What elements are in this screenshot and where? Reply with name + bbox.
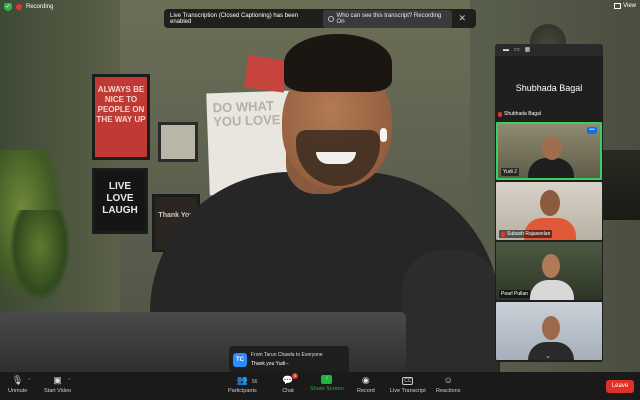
- record-label: Record: [357, 388, 375, 394]
- participants-count: 56: [251, 379, 258, 385]
- participant-face: [542, 254, 560, 278]
- participant-name: Subash Rajaseelan: [507, 231, 551, 237]
- grid-view-icon: [614, 3, 622, 9]
- chat-label: Chat: [282, 388, 294, 394]
- earbud: [380, 128, 387, 142]
- unmute-label: Unmute: [8, 388, 28, 394]
- start-video-label: Start Video: [44, 388, 72, 394]
- participant-name: Shubhada Bagal: [515, 83, 583, 93]
- unmute-button[interactable]: 🎙 ⌃ Unmute: [8, 375, 32, 394]
- speaker-arm: [402, 250, 498, 372]
- wall-poster-red: [243, 55, 289, 93]
- wall-frame-red: ALWAYS BE NICE TO PEOPLE ON THE WAY UP: [92, 74, 150, 160]
- speaker-hair: [284, 34, 392, 92]
- reactions-label: Reactions: [436, 388, 461, 394]
- record-button[interactable]: ◉ Record: [357, 375, 375, 394]
- minimize-icon[interactable]: ▬: [503, 44, 509, 56]
- live-transcript-label: Live Transcript: [390, 388, 426, 394]
- participant-figure: [528, 158, 574, 178]
- participant-label: Pearl Pullan: [499, 290, 530, 298]
- reactions-button[interactable]: ☺ Reactions: [436, 375, 460, 394]
- mic-muted-icon: [501, 231, 505, 237]
- mic-muted-icon: [498, 111, 502, 117]
- participants-label: Participants: [228, 388, 257, 394]
- frame-text: LIVE LOVE LAUGH: [102, 181, 138, 216]
- pill-label: Who can see this transcript? Recording O…: [336, 12, 442, 25]
- closed-caption-icon: CC: [402, 376, 414, 385]
- participant-figure: [530, 280, 574, 300]
- participants-button[interactable]: 👥 56 Participants: [228, 375, 257, 394]
- chat-notification[interactable]: TC From Tarun Chawla to Everyone Thank y…: [229, 346, 349, 373]
- transcription-banner: Live Transcription (Closed Captioning) h…: [164, 9, 476, 28]
- participant-sub-name: Shubhada Bagal: [504, 111, 541, 117]
- frame-text: ALWAYS BE NICE TO PEOPLE ON THE WAY UP: [96, 85, 146, 124]
- lamp: [600, 150, 640, 220]
- chat-message: Thank you Yudi--: [251, 361, 289, 367]
- participant-label: Yudi J: [501, 168, 519, 176]
- reaction-smile-icon: ☺: [443, 375, 453, 385]
- participant-name: Pearl Pullan: [501, 291, 528, 297]
- participant-face: [542, 136, 562, 160]
- video-off-icon: ▣ ⌃: [53, 375, 72, 385]
- recording-status[interactable]: ✓ Recording: [4, 3, 53, 11]
- mic-muted-icon: 🎙 ⌃: [11, 375, 32, 385]
- people-icon: [327, 15, 334, 22]
- chat-content: From Tarun Chawla to Everyone Thank you …: [251, 352, 323, 367]
- chevron-up-icon[interactable]: ⌃: [67, 376, 71, 387]
- chat-button[interactable]: 💬 5 Chat: [282, 373, 298, 394]
- participant-figure: [528, 342, 574, 360]
- share-screen-icon: ↑: [321, 375, 333, 384]
- poster-text: DO WHAT YOU LOVE: [212, 98, 281, 130]
- start-video-button[interactable]: ▣ ⌃ Start Video: [44, 375, 72, 394]
- security-shield-icon[interactable]: ✓: [4, 3, 12, 11]
- view-label: View: [623, 3, 636, 9]
- chat-badge: 5: [292, 373, 298, 379]
- meeting-toolbar: 🎙 ⌃ Unmute ▣ ⌃ Start Video 👥 56 Participant…: [0, 372, 640, 400]
- plant: [10, 210, 70, 300]
- leave-button[interactable]: Leave: [606, 380, 634, 393]
- banner-message: Live Transcription (Closed Captioning) h…: [170, 12, 299, 25]
- gallery-header: ▬ ▭ ▦: [495, 44, 603, 56]
- share-screen-label: Share Screen: [310, 386, 344, 392]
- live-transcript-button[interactable]: CC Live Transcript: [390, 375, 426, 394]
- participant-label: Subash Rajaseelan: [499, 230, 553, 238]
- recording-label: Recording: [26, 4, 54, 10]
- chat-sender: From Tarun Chawla to Everyone: [251, 352, 323, 358]
- view-button[interactable]: View: [614, 3, 636, 9]
- close-icon[interactable]: ✕: [458, 13, 470, 24]
- participants-icon: 👥 56: [236, 375, 258, 386]
- tile-view-icon[interactable]: ▭: [514, 44, 520, 56]
- participant-tile[interactable]: Subash Rajaseelan: [496, 182, 602, 240]
- participant-gallery: ▬ ▭ ▦ Shubhada Bagal Shubhada Bagal ••• …: [495, 44, 603, 362]
- participant-tile[interactable]: ••• Yudi J: [496, 122, 602, 180]
- participant-face: [542, 316, 560, 340]
- scroll-down-icon[interactable]: ⌄: [545, 352, 551, 360]
- transcript-visibility-button[interactable]: Who can see this transcript? Recording O…: [322, 9, 453, 28]
- chat-icon: 💬 5: [282, 373, 298, 385]
- chevron-up-icon[interactable]: ⌃: [27, 376, 31, 387]
- avatar: TC: [233, 352, 247, 367]
- more-options-button[interactable]: •••: [587, 127, 597, 134]
- record-icon: ◉: [361, 375, 370, 385]
- recording-dot-icon: [16, 4, 22, 10]
- participant-sub-label: Shubhada Bagal: [498, 111, 541, 117]
- participant-face: [540, 190, 560, 216]
- participant-tile-name-only[interactable]: Shubhada Bagal Shubhada Bagal: [495, 56, 603, 120]
- wall-frame-small: [158, 122, 198, 162]
- share-screen-button[interactable]: ↑ Share Screen: [310, 375, 344, 392]
- participant-name: Yudi J: [503, 169, 517, 175]
- participant-tile[interactable]: Pearl Pullan: [496, 242, 602, 300]
- speaker-smile: [316, 152, 356, 164]
- wall-frame-black: LIVE LOVE LAUGH: [92, 168, 148, 234]
- grid-icon[interactable]: ▦: [525, 44, 531, 56]
